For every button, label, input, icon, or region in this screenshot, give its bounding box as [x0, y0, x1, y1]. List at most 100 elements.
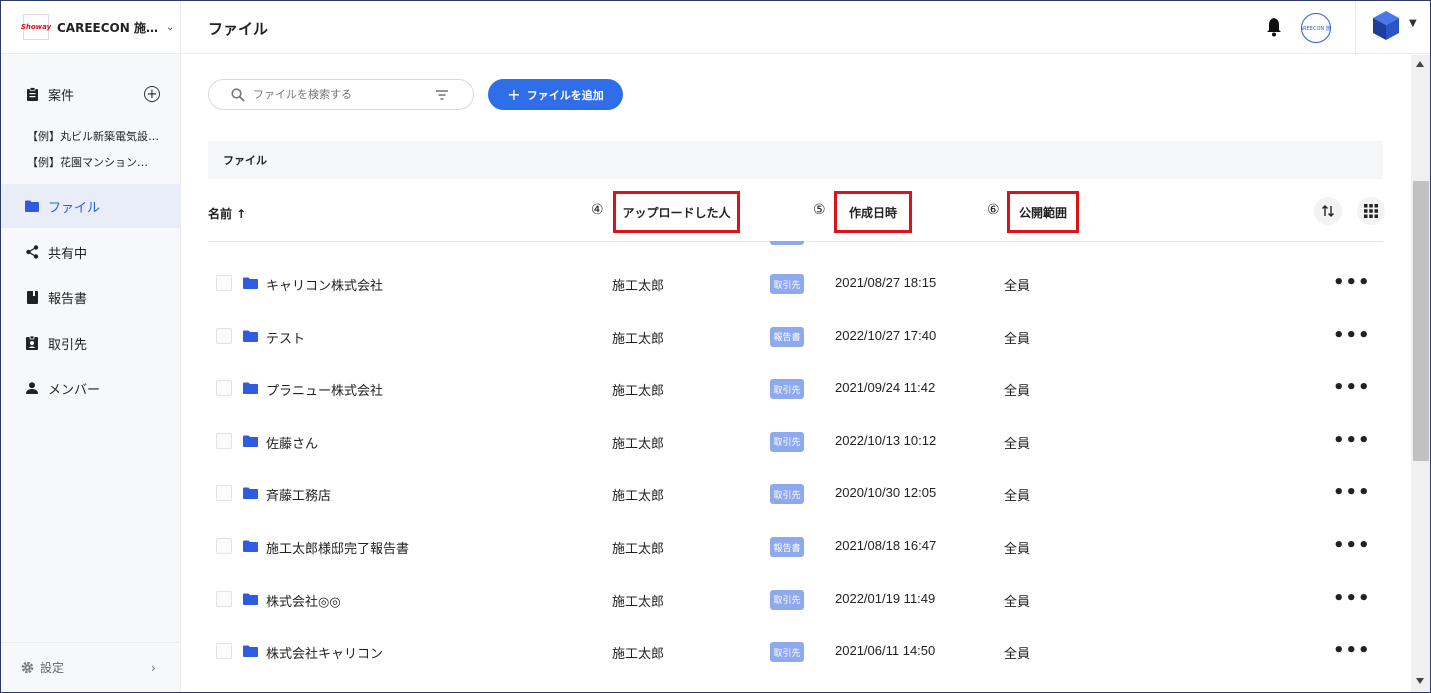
tag-badge: 報告書 — [770, 537, 804, 557]
sidebar-item-clients[interactable]: 取引先 — [1, 321, 180, 365]
add-file-button[interactable]: + ファイルを追加 — [488, 79, 623, 110]
file-name[interactable]: 株式会社キャリコン — [266, 643, 383, 662]
partial-badge — [770, 241, 804, 245]
scrollbar[interactable] — [1411, 55, 1430, 692]
bell-icon[interactable] — [1265, 17, 1283, 37]
plus-icon: + — [507, 84, 521, 104]
badge-icon — [25, 336, 39, 350]
sidebar-item-reports[interactable]: 報告書 — [1, 275, 180, 319]
tag-badge: 取引先 — [770, 642, 804, 663]
sidebar-project-item[interactable]: 【例】花園マンション… — [27, 154, 177, 170]
header-divider — [1355, 1, 1356, 54]
sidebar-item-files[interactable]: ファイル — [1, 184, 180, 228]
more-options-icon[interactable]: ••• — [1333, 430, 1371, 451]
row-checkbox[interactable] — [216, 432, 232, 449]
column-header-visibility[interactable]: 公開範囲 — [1007, 191, 1079, 233]
person-icon — [25, 381, 39, 395]
sidebar-item-label: ファイル — [48, 200, 101, 216]
clipboard-icon — [25, 87, 39, 101]
file-name[interactable]: キャリコン株式会社 — [266, 275, 383, 294]
file-name[interactable]: 斉藤工務店 — [266, 485, 331, 504]
more-options-icon[interactable]: ••• — [1333, 377, 1371, 398]
visibility-scope: 全員 — [1004, 647, 1031, 663]
annotation-marker-4: ④ — [591, 202, 604, 218]
sidebar-item-members[interactable]: メンバー — [1, 366, 180, 410]
workspace-name: CAREECON 施… — [57, 20, 158, 35]
column-header-name[interactable]: 名前 ↑ — [208, 205, 246, 222]
column-header-uploader[interactable]: アップロードした人 — [613, 191, 740, 233]
visibility-scope: 全員 — [1004, 594, 1031, 610]
row-checkbox[interactable] — [216, 327, 232, 344]
row-checkbox[interactable] — [216, 590, 232, 607]
folder-icon — [243, 593, 258, 605]
file-name[interactable]: 施工太郎様邸完了報告書 — [266, 538, 409, 557]
row-checkbox[interactable] — [216, 643, 232, 660]
sidebar-project-item[interactable]: 【例】丸ビル新築電気設… — [27, 128, 177, 144]
workspace-switcher[interactable]: Showay CAREECON 施… ⌄ — [1, 1, 180, 54]
book-icon — [25, 290, 39, 304]
file-name[interactable]: 株式会社◎◎ — [266, 591, 341, 610]
table-row[interactable]: 佐藤さん 施工太郎 取引先 2022/10/13 10:12 全員 ••• — [208, 416, 1383, 468]
folder-icon — [243, 277, 258, 289]
more-options-icon[interactable]: ••• — [1333, 640, 1371, 661]
sort-button[interactable] — [1314, 197, 1342, 225]
add-project-button[interactable]: + — [144, 86, 160, 102]
table-row[interactable]: テスト 施工太郎 報告書 2022/10/27 17:40 全員 ••• — [208, 311, 1383, 363]
table-row[interactable]: 株式会社◎◎ 施工太郎 取引先 2022/01/19 11:49 全員 ••• — [208, 574, 1383, 626]
gear-icon — [21, 661, 34, 674]
row-checkbox[interactable] — [216, 275, 232, 291]
table-row[interactable]: 施工太郎様邸完了報告書 施工太郎 報告書 2021/08/18 16:47 全員 ••• — [208, 521, 1383, 573]
sidebar-item-shared[interactable]: 共有中 — [1, 230, 180, 274]
file-name[interactable]: テスト — [266, 328, 305, 347]
more-options-icon[interactable]: ••• — [1333, 482, 1371, 503]
chevron-down-icon[interactable]: ▼ — [1409, 18, 1417, 29]
folder-icon — [243, 382, 258, 395]
share-icon — [25, 245, 39, 259]
folder-icon — [243, 487, 258, 500]
scroll-down-arrow[interactable] — [1416, 678, 1424, 684]
row-checkbox[interactable] — [216, 538, 232, 554]
search-box[interactable] — [208, 79, 474, 110]
scroll-thumb[interactable] — [1413, 181, 1429, 461]
section-header: ファイル — [208, 141, 1383, 179]
main-content: + ファイルを追加 ファイル 名前 ↑ ④ アップロードした人 ⑤ 作成日時 ⑥… — [181, 55, 1411, 692]
add-file-label: ファイルを追加 — [526, 88, 604, 102]
row-checkbox[interactable] — [216, 380, 232, 397]
file-name[interactable]: 佐藤さん — [266, 433, 318, 452]
more-options-icon[interactable]: ••• — [1333, 325, 1371, 346]
more-options-icon[interactable]: ••• — [1333, 272, 1371, 293]
app-cube-icon[interactable] — [1371, 9, 1401, 41]
column-header-label: 公開範囲 — [1018, 205, 1067, 220]
grid-view-button[interactable] — [1357, 197, 1385, 225]
settings-button[interactable]: 設定 › — [1, 642, 180, 692]
visibility-scope: 全員 — [1004, 279, 1031, 294]
sidebar-item-label: メンバー — [48, 382, 101, 398]
file-name[interactable]: プラニュー株式会社 — [266, 380, 383, 399]
search-input[interactable] — [253, 88, 423, 101]
filter-icon[interactable] — [435, 88, 449, 102]
scroll-up-arrow[interactable] — [1416, 61, 1424, 67]
table-row[interactable]: プラニュー株式会社 施工太郎 取引先 2021/09/24 11:42 全員 ••• — [208, 363, 1383, 415]
table-row[interactable]: 株式会社キャリコン 施工太郎 取引先 2021/06/11 14:50 全員 ••• — [208, 626, 1383, 678]
created-date: 2021/08/18 16:47 — [835, 538, 937, 553]
page-title: ファイル — [208, 20, 269, 38]
tag-badge: 取引先 — [770, 484, 804, 505]
created-date: 2022/10/13 10:12 — [835, 432, 937, 448]
column-header-created[interactable]: 作成日時 — [834, 191, 912, 233]
visibility-scope: 全員 — [1004, 436, 1031, 452]
annotation-marker-6: ⑥ — [987, 202, 1000, 218]
folder-icon — [243, 540, 258, 552]
created-date: 2021/09/24 11:42 — [835, 380, 936, 396]
more-options-icon[interactable]: ••• — [1333, 535, 1371, 556]
annotation-marker-5: ⑤ — [813, 202, 826, 218]
sidebar-item-label: 案件 — [48, 88, 75, 104]
more-options-icon[interactable]: ••• — [1333, 588, 1371, 609]
uploader-name: 施工太郎 — [612, 384, 665, 400]
avatar[interactable]: CAREECON 施工 — [1301, 13, 1331, 43]
tag-badge: 取引先 — [770, 379, 804, 400]
table-row[interactable]: 斉藤工務店 施工太郎 取引先 2020/10/30 12:05 全員 ••• — [208, 468, 1383, 520]
created-date: 2022/01/19 11:49 — [835, 590, 936, 606]
row-checkbox[interactable] — [216, 485, 232, 502]
created-date: 2020/10/30 12:05 — [835, 485, 937, 501]
table-row[interactable]: キャリコン株式会社 施工太郎 取引先 2021/08/27 18:15 全員 ••• — [208, 258, 1383, 310]
